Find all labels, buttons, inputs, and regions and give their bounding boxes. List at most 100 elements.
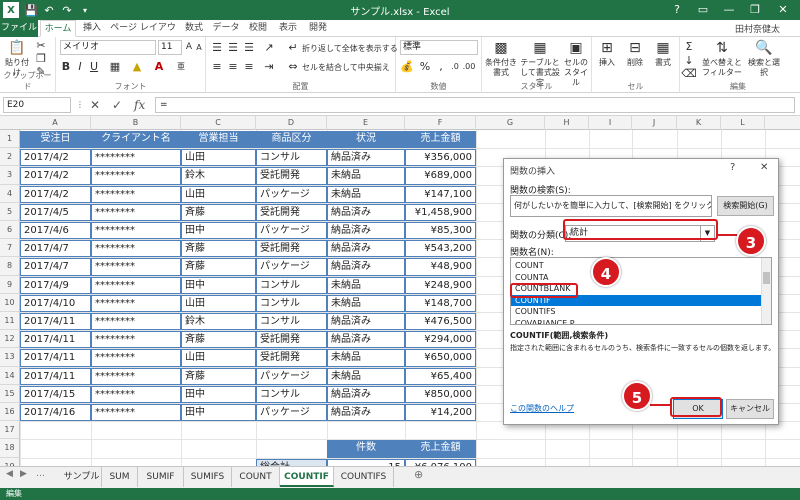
table-cell[interactable]: 山田 xyxy=(181,149,256,167)
orientation-icon[interactable]: ↗ xyxy=(262,40,276,54)
table-cell[interactable]: パッケージ xyxy=(256,222,327,240)
row-header[interactable]: 19 xyxy=(0,457,20,466)
table-cell[interactable]: ¥356,000 xyxy=(405,149,476,167)
summary-label-cell[interactable]: 総合計 xyxy=(256,458,327,466)
row-header[interactable]: 7 xyxy=(0,239,20,258)
table-cell[interactable]: ¥248,900 xyxy=(405,276,476,294)
table-cell[interactable]: ¥476,500 xyxy=(405,313,476,331)
tab-page-layout[interactable]: ページ レイアウト xyxy=(108,20,178,50)
row-header[interactable]: 14 xyxy=(0,366,20,385)
cut-icon[interactable]: ✂ xyxy=(34,39,48,52)
row-header[interactable]: 16 xyxy=(0,403,20,422)
function-list-scrollbar[interactable] xyxy=(761,258,771,324)
table-cell[interactable]: 田中 xyxy=(181,222,256,240)
table-cell[interactable]: ******** xyxy=(91,404,181,422)
row-header[interactable]: 13 xyxy=(0,348,20,367)
row-header[interactable]: 2 xyxy=(0,148,20,167)
table-cell[interactable]: 2017/4/2 xyxy=(20,185,91,203)
table-cell[interactable]: ¥1,458,900 xyxy=(405,203,476,221)
italic-icon[interactable]: I xyxy=(74,59,86,73)
merge-center-button[interactable]: セルを結合して中央揃え xyxy=(302,62,390,73)
bold-icon[interactable]: B xyxy=(60,59,72,73)
grow-font-icon[interactable]: A xyxy=(184,40,194,54)
sheet-tab[interactable]: SUMIF xyxy=(138,467,184,487)
insert-cells-button[interactable]: ⊞ 挿入 xyxy=(594,39,620,68)
shrink-font-icon[interactable]: A xyxy=(194,40,204,54)
table-cell[interactable]: 未納品 xyxy=(327,294,405,312)
tab-review[interactable]: 校閲 xyxy=(244,20,272,37)
table-cell[interactable]: ¥543,200 xyxy=(405,240,476,258)
tab-home[interactable]: ホーム xyxy=(40,20,76,37)
table-cell[interactable]: 受託開発 xyxy=(256,167,327,185)
table-cell[interactable]: 受託開発 xyxy=(256,203,327,221)
row-header[interactable]: 17 xyxy=(0,421,20,440)
table-cell[interactable]: 未納品 xyxy=(327,167,405,185)
column-header[interactable]: L xyxy=(721,116,765,130)
row-header[interactable]: 3 xyxy=(0,166,20,185)
table-cell[interactable]: ¥294,000 xyxy=(405,331,476,349)
table-cell[interactable]: ¥148,700 xyxy=(405,294,476,312)
table-cell[interactable]: 2017/4/15 xyxy=(20,385,91,403)
table-cell[interactable]: 2017/4/10 xyxy=(20,294,91,312)
tab-developer[interactable]: 開発 xyxy=(304,20,332,37)
table-cell[interactable]: 鈴木 xyxy=(181,313,256,331)
row-header[interactable]: 18 xyxy=(0,439,20,458)
table-cell[interactable]: ******** xyxy=(91,367,181,385)
table-cell[interactable]: パッケージ xyxy=(256,258,327,276)
table-cell[interactable]: 山田 xyxy=(181,349,256,367)
summary-cell[interactable]: 15 xyxy=(327,458,405,466)
row-header[interactable]: 12 xyxy=(0,330,20,349)
table-cell[interactable]: 納品済み xyxy=(327,385,405,403)
function-list-item[interactable]: COUNTA xyxy=(511,272,761,283)
table-cell[interactable]: 納品済み xyxy=(327,149,405,167)
table-cell[interactable]: 未納品 xyxy=(327,276,405,294)
more-sheets-icon[interactable]: … xyxy=(36,469,45,479)
align-left-icon[interactable]: ≡ xyxy=(210,59,224,73)
table-cell[interactable]: 斉藤 xyxy=(181,331,256,349)
summary-header-cell[interactable]: 売上金額 xyxy=(405,440,476,458)
table-cell[interactable]: ¥65,400 xyxy=(405,367,476,385)
sheet-tab[interactable]: SUMIFS xyxy=(184,467,232,487)
clear-icon[interactable]: ⌫ xyxy=(681,67,697,80)
tab-file[interactable]: ファイル xyxy=(0,20,38,37)
function-help-link[interactable]: この関数のヘルプ xyxy=(510,403,574,414)
table-cell[interactable]: コンサル xyxy=(256,385,327,403)
ribbon-display-icon[interactable]: ▭ xyxy=(690,1,716,19)
column-header[interactable]: I xyxy=(589,116,632,130)
table-cell[interactable]: ******** xyxy=(91,258,181,276)
align-right-icon[interactable]: ≡ xyxy=(242,59,256,73)
tab-view[interactable]: 表示 xyxy=(274,20,302,37)
table-cell[interactable]: 2017/4/11 xyxy=(20,367,91,385)
function-search-input[interactable]: 何がしたいかを簡単に入力して、[検索開始] をクリックしてください。 xyxy=(510,195,712,217)
fill-icon[interactable]: ↓ xyxy=(682,54,696,67)
prev-sheet-icon[interactable]: ◀ xyxy=(6,469,13,479)
sheet-tab[interactable]: サンプル xyxy=(62,467,102,487)
underline-icon[interactable]: U xyxy=(88,59,100,73)
table-cell[interactable]: 納品済み xyxy=(327,222,405,240)
row-header[interactable]: 10 xyxy=(0,293,20,312)
table-cell[interactable]: 2017/4/11 xyxy=(20,313,91,331)
column-header[interactable]: D xyxy=(256,116,327,130)
copy-icon[interactable]: ❐ xyxy=(34,52,48,65)
table-cell[interactable]: 田中 xyxy=(181,385,256,403)
table-cell[interactable]: 2017/4/16 xyxy=(20,404,91,422)
column-header[interactable]: C xyxy=(181,116,256,130)
table-cell[interactable]: ******** xyxy=(91,185,181,203)
delete-cells-button[interactable]: ⊟ 削除 xyxy=(622,39,648,68)
enter-icon[interactable]: ✓ xyxy=(112,97,122,113)
table-cell[interactable]: ¥14,200 xyxy=(405,404,476,422)
sheet-tab[interactable]: SUM xyxy=(102,467,138,487)
table-cell[interactable]: 2017/4/11 xyxy=(20,331,91,349)
table-cell[interactable]: 斉藤 xyxy=(181,258,256,276)
autosum-icon[interactable]: Σ xyxy=(682,39,696,53)
table-cell[interactable]: 納品済み xyxy=(327,404,405,422)
row-header[interactable]: 9 xyxy=(0,275,20,294)
scrollbar-thumb[interactable] xyxy=(763,272,770,284)
function-list-item[interactable]: COUNTIFS xyxy=(511,306,761,317)
table-cell[interactable]: 受託開発 xyxy=(256,349,327,367)
font-size-box[interactable]: 11 xyxy=(158,40,182,55)
table-cell[interactable]: 斉藤 xyxy=(181,203,256,221)
number-format-box[interactable]: 標準 xyxy=(400,40,478,55)
table-header-cell[interactable]: 売上金額 xyxy=(405,131,476,149)
minimize-icon[interactable]: — xyxy=(716,1,742,19)
